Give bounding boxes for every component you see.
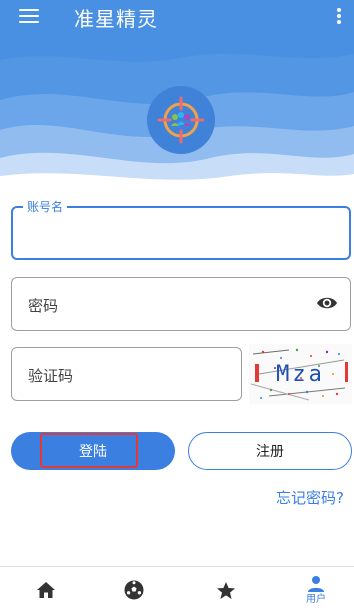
app-root: 准星精灵 账号名 密码 验证码 Mza 登陆 注册 忘记密码? 用户	[0, 0, 354, 612]
nav-item-explore[interactable]	[104, 567, 164, 612]
login-highlight-box	[40, 433, 138, 468]
register-label: 注册	[256, 444, 284, 460]
menu-icon[interactable]	[17, 6, 41, 26]
user-icon	[308, 575, 324, 592]
username-input[interactable]	[13, 208, 349, 258]
home-icon	[37, 582, 55, 598]
app-title: 准星精灵	[74, 7, 158, 31]
captcha-text: Mza	[276, 361, 325, 387]
crosshair-group-icon	[157, 96, 205, 144]
captcha-image[interactable]: Mza	[249, 344, 352, 404]
login-button[interactable]: 登陆	[11, 432, 175, 470]
nav-item-home[interactable]	[16, 567, 76, 612]
password-field[interactable]: 密码	[11, 277, 351, 331]
password-placeholder: 密码	[28, 297, 59, 315]
captcha-field[interactable]: 验证码	[11, 347, 242, 401]
more-vertical-icon[interactable]	[336, 5, 342, 27]
header-banner: 准星精灵	[0, 0, 354, 190]
nav-user-label: 用户	[306, 593, 326, 605]
forgot-password-link[interactable]: 忘记密码?	[276, 487, 344, 508]
nav-item-favorites[interactable]	[196, 567, 256, 612]
app-logo	[147, 86, 215, 154]
captcha-placeholder: 验证码	[28, 367, 74, 385]
bottom-navigation: 用户	[0, 566, 354, 612]
eye-icon[interactable]	[316, 295, 338, 311]
username-field[interactable]: 账号名	[11, 199, 351, 260]
top-app-bar: 准星精灵	[0, 0, 354, 38]
nav-item-user[interactable]: 用户	[286, 567, 346, 612]
register-button[interactable]: 注册	[188, 432, 352, 470]
soccer-ball-icon	[124, 580, 144, 600]
star-icon	[217, 581, 235, 599]
